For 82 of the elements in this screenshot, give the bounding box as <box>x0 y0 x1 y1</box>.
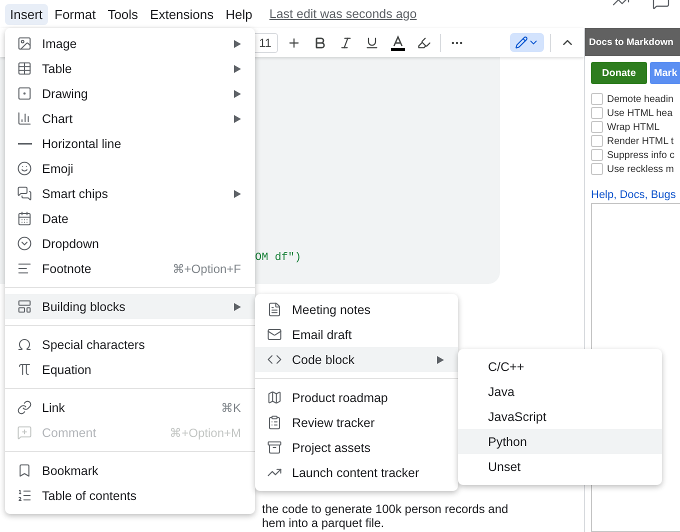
link-icon <box>17 400 32 415</box>
checkbox[interactable] <box>591 149 603 161</box>
checkbox[interactable] <box>591 163 603 175</box>
help-link[interactable]: Help <box>591 189 614 201</box>
menu-item[interactable]: Table <box>5 56 255 81</box>
option-label: Suppress info c <box>607 150 675 160</box>
menu-item[interactable]: Special characters <box>5 332 255 357</box>
menu-bar-item[interactable]: Tools <box>102 4 144 24</box>
bookmark-icon <box>17 463 32 478</box>
code-text: OM df") <box>254 252 302 264</box>
dropdown-icon <box>17 236 32 251</box>
shortcut-text: ⌘K <box>220 400 241 414</box>
menu-item[interactable]: Drawing <box>5 81 255 106</box>
menu-item[interactable]: Dropdown <box>5 231 255 256</box>
map-icon <box>267 390 282 405</box>
menu-item[interactable]: Chart <box>5 106 255 131</box>
option-label: Use HTML hea <box>607 108 673 118</box>
menu-item[interactable]: Java <box>458 379 662 404</box>
menu-item[interactable]: Footnote ⌘+Option+F <box>5 256 255 281</box>
pencil-icon <box>515 36 528 49</box>
menu-item[interactable]: Unset <box>458 454 662 479</box>
menu-item[interactable]: Code block <box>255 347 458 372</box>
checkbox[interactable] <box>591 121 603 133</box>
comma-text: , <box>614 189 617 201</box>
chips-icon <box>17 186 32 201</box>
last-edit-link[interactable]: Last edit was seconds ago <box>269 7 417 21</box>
list-icon <box>17 488 32 503</box>
checkbox[interactable] <box>591 93 603 105</box>
image-icon <box>17 36 32 51</box>
menu-bar-item[interactable]: Format <box>50 4 101 24</box>
option-label: Use reckless m <box>607 164 674 174</box>
menu-item[interactable]: Product roadmap <box>255 385 458 410</box>
menu-item[interactable]: Link ⌘K <box>5 395 255 420</box>
sidebar-title: Docs to Markdown <box>585 28 680 56</box>
bar-chart-icon <box>17 111 32 126</box>
menu-bar-item[interactable]: Extensions <box>145 4 219 24</box>
document-icon <box>267 302 282 317</box>
comma-text: , <box>644 189 648 201</box>
donate-button[interactable]: Donate <box>591 62 647 84</box>
option-label: Wrap HTML <box>607 122 660 132</box>
menu-item[interactable]: Image <box>5 31 255 56</box>
menu-item[interactable]: Smart chips <box>5 181 255 206</box>
menu-item[interactable]: Bookmark <box>5 458 255 483</box>
template-icon <box>17 299 32 314</box>
menu-item[interactable]: Building blocks <box>5 294 255 319</box>
help-link[interactable]: Bugs <box>650 189 676 201</box>
menu-item[interactable]: Table of contents <box>5 483 255 508</box>
table-icon <box>17 61 32 76</box>
menu-item[interactable]: Emoji <box>5 156 255 181</box>
checkbox[interactable] <box>591 135 603 147</box>
help-link[interactable]: Docs <box>620 189 645 201</box>
minus-icon <box>18 142 32 144</box>
editing-mode-button[interactable] <box>510 33 544 52</box>
comment-plus-icon <box>17 425 32 440</box>
clipboard-icon <box>267 415 282 430</box>
menu-item[interactable]: Email draft <box>255 322 458 347</box>
menu-item[interactable]: JavaScript <box>458 404 662 429</box>
menu-item[interactable]: Date <box>5 206 255 231</box>
menu-item[interactable]: Review tracker <box>255 410 458 435</box>
menu-bar-item[interactable]: Help <box>220 4 258 24</box>
shortcut-text: ⌘+Option+M <box>170 426 241 440</box>
pi-icon <box>17 362 32 377</box>
option-label: Demote headin <box>607 94 674 104</box>
checkbox[interactable] <box>591 107 603 119</box>
paragraph-text: hem into a parquet file. <box>262 516 386 530</box>
envelope-icon <box>267 327 282 342</box>
paragraph-text: the code to generate 100k person records and <box>262 502 510 516</box>
menu-item[interactable]: Horizontal line <box>5 131 255 156</box>
lines-icon <box>17 261 32 276</box>
menu-item[interactable]: Equation <box>5 357 255 382</box>
menu-item[interactable]: Project assets <box>255 435 458 460</box>
menu-item[interactable]: Meeting notes <box>255 297 458 322</box>
calendar-icon <box>17 211 32 226</box>
shortcut-text: ⌘+Option+F <box>172 262 241 276</box>
menu-item[interactable]: Python <box>458 429 662 454</box>
smiley-icon <box>17 161 32 176</box>
menu-item[interactable]: C/C++ <box>458 354 662 379</box>
omega-icon <box>17 337 32 352</box>
archive-icon <box>267 440 282 455</box>
menu-bar-item[interactable]: Insert <box>5 4 48 24</box>
option-label: Render HTML t <box>607 136 674 146</box>
menu-item[interactable]: Launch content tracker <box>255 460 458 485</box>
